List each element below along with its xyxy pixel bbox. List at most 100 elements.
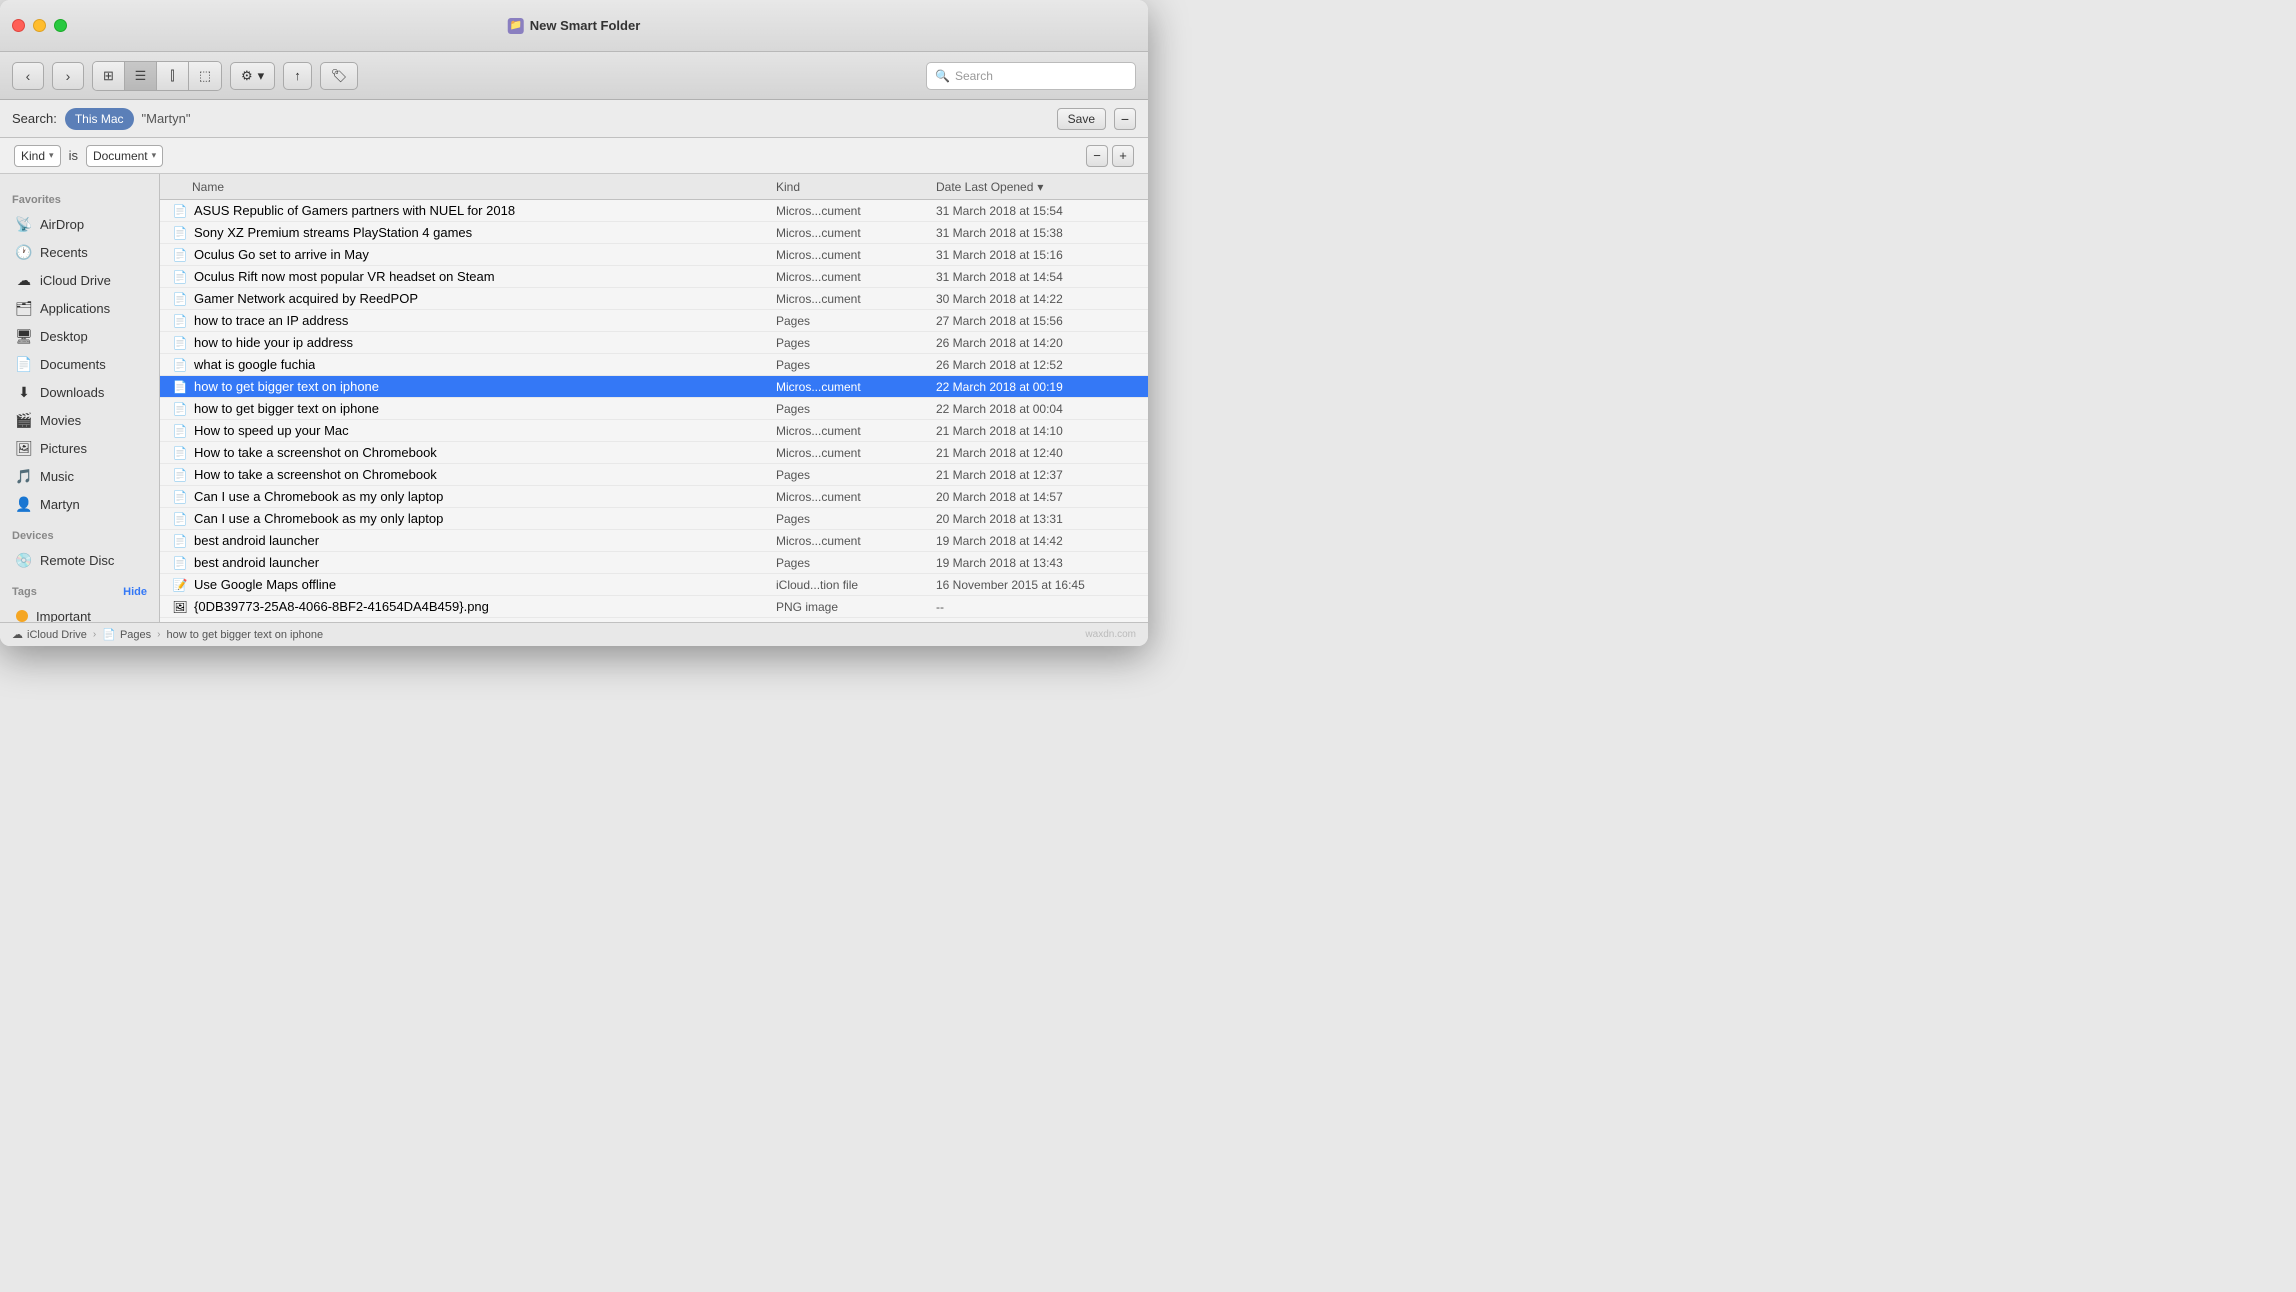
sidebar-devices: 💿Remote Disc [0, 546, 159, 574]
sidebar-item-icloud-drive[interactable]: ☁iCloud Drive [4, 266, 155, 294]
forward-button[interactable]: › [52, 62, 84, 90]
table-row[interactable]: 📄 How to take a screenshot on Chromebook… [160, 442, 1148, 464]
sidebar-item-downloads[interactable]: ⬇Downloads [4, 378, 155, 406]
close-button[interactable]: ✕ [12, 19, 25, 32]
file-icon: 📄 [172, 401, 188, 417]
search-scope-pill[interactable]: This Mac [65, 108, 134, 130]
minimize-button[interactable]: − [33, 19, 46, 32]
sidebar-item-recents[interactable]: 🕐Recents [4, 238, 155, 266]
file-date: 22 March 2018 at 00:04 [928, 402, 1148, 416]
toolbar: ‹ › ⊞ ☰ ⫿ ⬚ ⚙ ▾ ↑ 🏷 🔍 Search [0, 52, 1148, 100]
column-kind[interactable]: Kind [768, 180, 928, 194]
sidebar-item-remote-disc[interactable]: 💿Remote Disc [4, 546, 155, 574]
search-placeholder: Search [955, 69, 993, 83]
sidebar-item-pictures[interactable]: 🖼Pictures [4, 434, 155, 462]
file-icon: 📄 [172, 445, 188, 461]
breadcrumb-sep-1: › [93, 629, 96, 640]
table-row[interactable]: 📄 how to trace an IP address Pages 27 Ma… [160, 310, 1148, 332]
downloads-icon: ⬇ [16, 384, 32, 400]
table-row[interactable]: 📄 Can I use a Chromebook as my only lapt… [160, 508, 1148, 530]
table-row[interactable]: 📄 ASUS Republic of Gamers partners with … [160, 200, 1148, 222]
file-date: 22 March 2018 at 00:19 [928, 380, 1148, 394]
pictures-icon: 🖼 [16, 440, 32, 456]
file-icon: 📄 [172, 489, 188, 505]
file-kind: Pages [768, 556, 928, 570]
sidebar-item-martyn[interactable]: 👤Martyn [4, 490, 155, 518]
document-select[interactable]: Document ▾ [86, 145, 163, 167]
view-switcher: ⊞ ☰ ⫿ ⬚ [92, 61, 222, 91]
save-button[interactable]: Save [1057, 108, 1106, 130]
table-row[interactable]: 📄 Can I use a Chromebook as my only lapt… [160, 486, 1148, 508]
file-name: how to get bigger text on iphone [194, 379, 379, 394]
title-text: New Smart Folder [530, 18, 641, 33]
table-row[interactable]: 📄 best android launcher Pages 19 March 2… [160, 552, 1148, 574]
tags-hide-button[interactable]: Hide [123, 586, 147, 598]
table-row[interactable]: 📄 how to get bigger text on iphone Micro… [160, 376, 1148, 398]
breadcrumb-file[interactable]: how to get bigger text on iphone [167, 629, 324, 641]
table-row[interactable]: 📄 Oculus Rift now most popular VR headse… [160, 266, 1148, 288]
table-row[interactable]: 📄 what is google fuchia Pages 26 March 2… [160, 354, 1148, 376]
table-row[interactable]: 📄 how to hide your ip address Pages 26 M… [160, 332, 1148, 354]
file-kind: Micros...cument [768, 292, 928, 306]
view-icon-button[interactable]: ⊞ [93, 62, 125, 90]
filter-bar: Kind ▾ is Document ▾ − + [0, 138, 1148, 174]
kind-select[interactable]: Kind ▾ [14, 145, 61, 167]
title-icon: 📁 [508, 18, 524, 34]
file-icon: 📄 [172, 335, 188, 351]
column-name[interactable]: Name [160, 180, 768, 194]
breadcrumb-icloud[interactable]: ☁ iCloud Drive [12, 628, 87, 641]
sidebar-item-airdrop[interactable]: 📡AirDrop [4, 210, 155, 238]
sidebar-item-label: Recents [40, 245, 88, 260]
table-row[interactable]: 📄 best android launcher Micros...cument … [160, 530, 1148, 552]
sidebar-item-desktop[interactable]: 🖥Desktop [4, 322, 155, 350]
tag-label: Important [36, 609, 91, 623]
maximize-button[interactable]: + [54, 19, 67, 32]
table-row[interactable]: 📄 Gamer Network acquired by ReedPOP Micr… [160, 288, 1148, 310]
remove-search-button[interactable]: − [1114, 108, 1136, 130]
file-name-cell: 📄 ASUS Republic of Gamers partners with … [160, 203, 768, 219]
sidebar-item-documents[interactable]: 📄Documents [4, 350, 155, 378]
favorites-label: Favorites [0, 182, 159, 210]
file-kind: Pages [768, 314, 928, 328]
file-kind: Pages [768, 468, 928, 482]
document-label: Document [93, 149, 148, 163]
icloud-drive-icon: ☁ [16, 272, 32, 288]
remove-filter-button[interactable]: − [1086, 145, 1108, 167]
file-name: what is google fuchia [194, 357, 315, 372]
table-row[interactable]: 🖼 {0DB39773-25A8-4066-8BF2-41654DA4B459}… [160, 596, 1148, 618]
file-icon: 📄 [172, 203, 188, 219]
view-list-button[interactable]: ☰ [125, 62, 157, 90]
file-date: 19 March 2018 at 14:42 [928, 534, 1148, 548]
movies-icon: 🎬 [16, 412, 32, 428]
tag-button[interactable]: 🏷 [320, 62, 359, 90]
file-name-cell: 📄 How to take a screenshot on Chromebook [160, 467, 768, 483]
search-icon: 🔍 [935, 69, 950, 83]
search-box[interactable]: 🔍 Search [926, 62, 1136, 90]
view-cover-button[interactable]: ⬚ [189, 62, 221, 90]
add-filter-button[interactable]: + [1112, 145, 1134, 167]
window-title: 📁 New Smart Folder [508, 18, 641, 34]
table-row[interactable]: 📄 Oculus Go set to arrive in May Micros.… [160, 244, 1148, 266]
sidebar-item-music[interactable]: 🎵Music [4, 462, 155, 490]
column-date[interactable]: Date Last Opened ▾ [928, 180, 1148, 194]
breadcrumb-pages[interactable]: 📄 Pages [102, 628, 151, 641]
file-icon: 📄 [172, 225, 188, 241]
sidebar-item-movies[interactable]: 🎬Movies [4, 406, 155, 434]
share-button[interactable]: ↑ [283, 62, 312, 90]
sidebar-item-applications[interactable]: 🗂Applications [4, 294, 155, 322]
sidebar-item-important[interactable]: Important [4, 602, 155, 622]
pages-icon: 📄 [102, 628, 116, 641]
sidebar-item-label: AirDrop [40, 217, 84, 232]
table-row[interactable]: 📝 Use Google Maps offline iCloud...tion … [160, 574, 1148, 596]
back-button[interactable]: ‹ [12, 62, 44, 90]
view-column-button[interactable]: ⫿ [157, 62, 189, 90]
action-button[interactable]: ⚙ ▾ [230, 62, 275, 90]
file-icon: 📄 [172, 467, 188, 483]
table-row[interactable]: 📄 Sony XZ Premium streams PlayStation 4 … [160, 222, 1148, 244]
sidebar-item-label: Documents [40, 357, 106, 372]
table-row[interactable]: 📄 how to get bigger text on iphone Pages… [160, 398, 1148, 420]
table-row[interactable]: 📄 How to speed up your Mac Micros...cume… [160, 420, 1148, 442]
table-row[interactable]: 📄 How to take a screenshot on Chromebook… [160, 464, 1148, 486]
file-date: 21 March 2018 at 12:37 [928, 468, 1148, 482]
sidebar-item-label: Martyn [40, 497, 80, 512]
